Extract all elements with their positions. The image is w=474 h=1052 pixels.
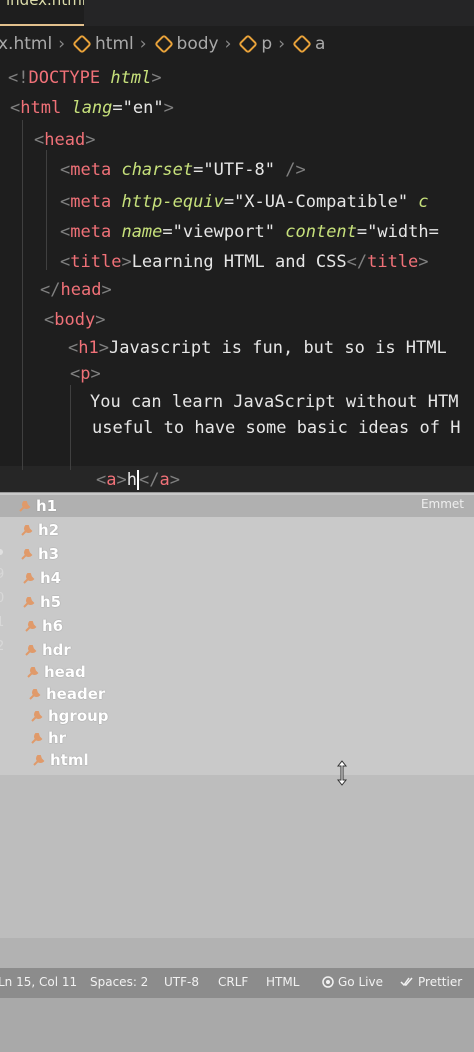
status-bar: Ln 15, Col 11 Spaces: 2 UTF-8 CRLF HTML … [0, 968, 474, 998]
suggestion-label: head [44, 663, 86, 681]
wrench-icon [23, 573, 35, 584]
suggestion-label: html [50, 751, 89, 769]
suggestion-item[interactable]: html [0, 749, 474, 771]
breadcrumb-html[interactable]: html [71, 34, 134, 54]
chevron-right-icon: › [224, 34, 232, 54]
status-eol[interactable]: CRLF [218, 975, 248, 989]
breadcrumb-file[interactable]: x.html [0, 34, 52, 54]
code-line: <meta charset="UTF-8" /> [60, 160, 306, 180]
code-line: </head> [40, 280, 112, 300]
status-prettier-label: Prettier [418, 975, 463, 989]
suggestion-label: h4 [40, 569, 62, 587]
suggestion-item[interactable]: header [0, 683, 474, 705]
line-number: 9 [0, 567, 5, 582]
wrench-icon [27, 667, 39, 678]
chevron-right-icon: › [58, 34, 65, 54]
code-line-current: <a>h </a> [96, 470, 180, 490]
wrench-icon [33, 755, 45, 766]
suggestion-label: h3 [38, 545, 60, 563]
breadcrumb-label: html [95, 34, 134, 54]
wrench-icon [21, 525, 33, 536]
suggestion-label: hgroup [48, 707, 109, 725]
autocomplete-suggestions: h1 Emmet h2 h3 h4 h5 h6 hdr head header … [0, 492, 474, 776]
wrench-icon [21, 549, 33, 560]
wrench-icon [31, 711, 43, 722]
status-prettier[interactable]: Prettier [400, 975, 462, 989]
code-line: useful to have some basic ideas of H [92, 418, 461, 438]
status-go-live-label: Go Live [338, 975, 383, 989]
suggestion-item[interactable]: h5 [0, 591, 474, 613]
code-line: <h1>Javascript is fun, but so is HTML [68, 338, 447, 358]
suggestion-item[interactable]: h3 [0, 543, 474, 565]
code-line: <html lang="en"> [10, 98, 174, 118]
suggestion-label: h2 [38, 521, 60, 539]
code-line: <!DOCTYPE html> [8, 68, 162, 88]
line-number: 2 [0, 639, 5, 654]
code-line: <meta name="viewport" content="width= [60, 222, 439, 242]
suggestion-item[interactable]: h1 Emmet [0, 495, 474, 517]
wrench-icon [19, 501, 31, 512]
suggestion-label: header [46, 685, 106, 703]
tab-label: index.html [6, 0, 84, 9]
chevron-right-icon: › [139, 34, 147, 54]
wrench-icon [31, 733, 43, 744]
code-line: You can learn JavaScript without HTM [90, 392, 459, 412]
line-number: 1 [0, 615, 5, 630]
status-indentation[interactable]: Spaces: 2 [90, 975, 148, 989]
suggestion-item[interactable]: h4 [0, 567, 474, 589]
code-line: <meta http-equiv="X-UA-Compatible" c [60, 192, 429, 212]
tab-index-html[interactable]: index.html [0, 0, 84, 26]
code-line: <head> [34, 130, 96, 150]
suggestion-item[interactable]: hgroup [0, 705, 474, 727]
code-line: <body> [44, 310, 106, 330]
wrench-icon [25, 621, 37, 632]
breadcrumb-p[interactable]: p [237, 34, 272, 54]
status-go-live[interactable]: Go Live [322, 975, 383, 989]
wrench-icon [23, 597, 35, 608]
breadcrumb-label: body [176, 34, 219, 54]
resize-cursor-icon [336, 760, 348, 786]
vscode-window: index.html x.html › html › body › p › a … [0, 0, 474, 1052]
suggestion-label: h5 [40, 593, 62, 611]
double-check-icon [400, 977, 413, 987]
breadcrumb-label: x.html [0, 34, 53, 54]
breadcrumb-label: p [261, 34, 273, 54]
breadcrumb-label: a [315, 34, 326, 54]
screen-bezel [0, 998, 474, 1052]
status-cursor-position[interactable]: Ln 15, Col 11 [0, 975, 77, 989]
status-language[interactable]: HTML [266, 975, 299, 989]
wrench-icon [29, 689, 41, 700]
element-cube-icon [153, 34, 174, 54]
breadcrumb-body[interactable]: body [153, 34, 219, 54]
wrench-icon [25, 645, 37, 656]
line-number: 0 [0, 591, 5, 606]
editor-lower-shade [0, 938, 474, 968]
suggestion-detail: Emmet [420, 497, 464, 511]
breadcrumb: x.html › html › body › p › a [0, 32, 325, 56]
chevron-right-icon: › [278, 34, 286, 54]
element-cube-icon [72, 34, 92, 54]
tab-bar: index.html [0, 0, 474, 26]
suggestion-item[interactable]: hdr [0, 639, 474, 661]
code-line: <title>Learning HTML and CSS</title> [60, 252, 429, 272]
element-cube-icon [292, 34, 312, 54]
suggestion-item[interactable]: head [0, 661, 474, 683]
code-editor[interactable]: <!DOCTYPE html> <html lang="en"> <head> … [0, 62, 474, 490]
breadcrumb-a[interactable]: a [291, 34, 325, 54]
element-cube-icon [238, 34, 259, 54]
suggestion-item[interactable]: h2 [0, 519, 474, 541]
suggestion-item[interactable]: h6 [0, 615, 474, 637]
suggestion-label: h6 [42, 617, 64, 635]
broadcast-icon [322, 976, 334, 988]
status-encoding[interactable]: UTF-8 [164, 975, 199, 989]
suggestion-label: h1 [36, 497, 58, 515]
code-line: <p> [70, 364, 101, 384]
suggestion-label: hdr [42, 641, 71, 659]
suggestion-label: hr [48, 729, 67, 747]
suggestion-item[interactable]: hr [0, 727, 474, 749]
